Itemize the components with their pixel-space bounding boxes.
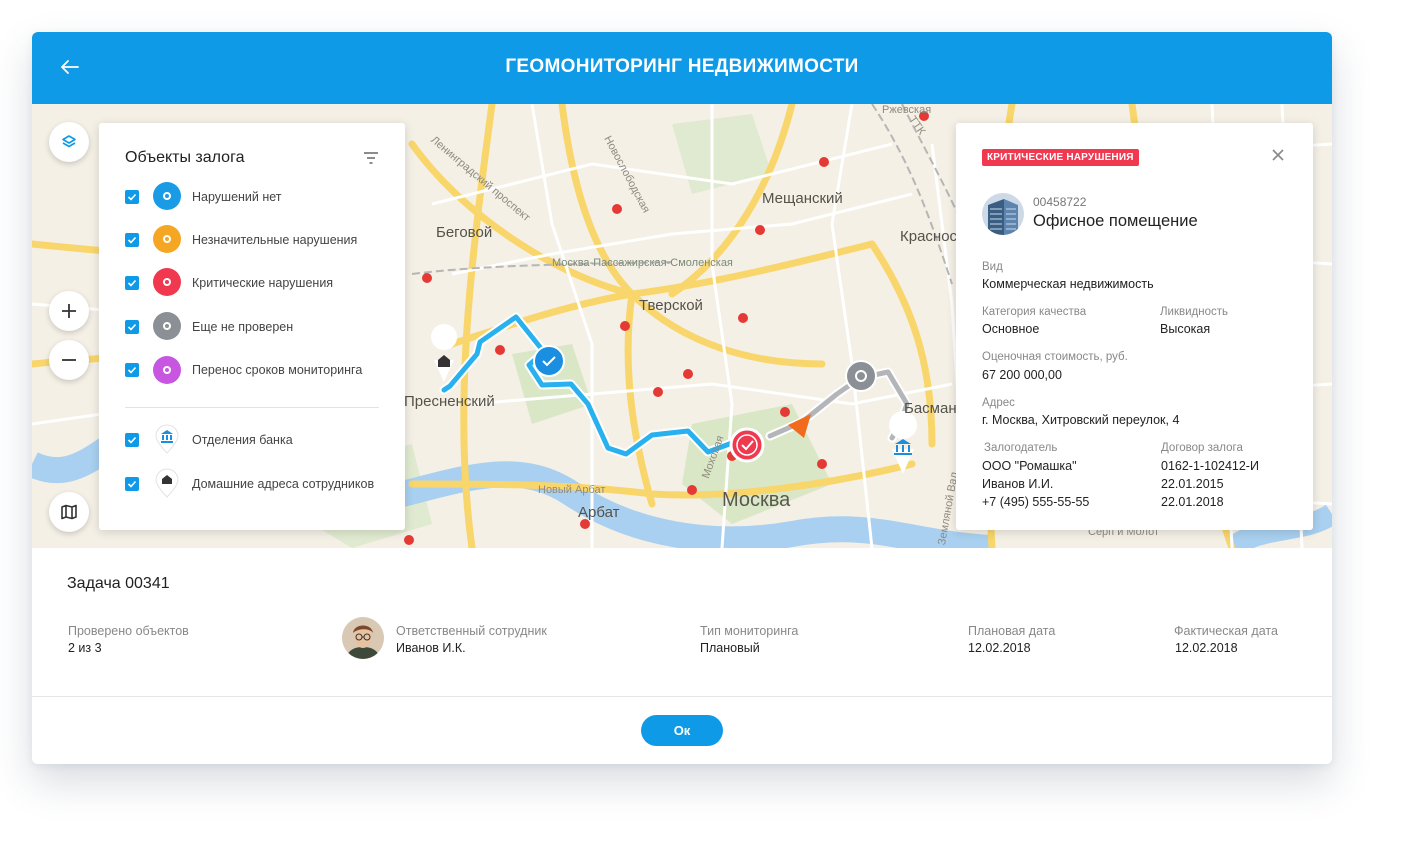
- field-label: Адрес: [982, 397, 1015, 409]
- legend-title: Объекты залога: [125, 149, 245, 166]
- check-icon: [127, 236, 137, 244]
- map[interactable]: Беговой Мещанский Красносельский Тверско…: [32, 104, 1332, 548]
- divider: [32, 696, 1332, 697]
- legend-item-label: Незначительные нарушения: [192, 233, 358, 247]
- map-icon: [61, 504, 77, 520]
- map-label: Новый Арбат: [538, 484, 606, 496]
- check-icon: [127, 323, 137, 331]
- field-label: Тип мониторинга: [700, 624, 799, 638]
- map-label: Москва: [722, 489, 791, 511]
- field-label: Ответственный сотрудник: [396, 624, 547, 638]
- object-name: Офисное помещение: [1033, 212, 1198, 230]
- ok-button[interactable]: Ок: [641, 715, 723, 746]
- field-value: +7 (495) 555-55-55: [982, 495, 1090, 509]
- status-dot-blue: [153, 182, 181, 210]
- field-label: Плановая дата: [968, 624, 1056, 638]
- map-label: Пресненский: [404, 393, 495, 410]
- field-value: 12.02.2018: [968, 641, 1031, 655]
- field-value: Плановый: [700, 641, 760, 655]
- status-marker-critical[interactable]: [729, 427, 765, 463]
- task-title: Задача 00341: [67, 575, 170, 592]
- legend-item-label: Домашние адреса сотрудников: [192, 477, 375, 491]
- field-value: Основное: [982, 322, 1040, 336]
- field-label: Категория качества: [982, 306, 1087, 318]
- object-id: 00458722: [1033, 195, 1087, 209]
- status-dot-orange: [153, 225, 181, 253]
- field-value: 22.01.2015: [1161, 477, 1224, 491]
- checkbox[interactable]: [125, 276, 139, 290]
- close-icon[interactable]: [1270, 147, 1286, 163]
- building-icon: [982, 193, 1024, 235]
- status-marker-unchecked[interactable]: [845, 360, 877, 392]
- field-value: ООО "Ромашка": [982, 459, 1077, 473]
- status-badge: КРИТИЧЕСКИЕ НАРУШЕНИЯ: [982, 149, 1139, 166]
- map-type-button[interactable]: [49, 492, 89, 532]
- field-label: Вид: [982, 261, 1003, 273]
- check-icon: [127, 436, 137, 444]
- field-value: Коммерческая недвижимость: [982, 277, 1154, 291]
- zoom-out-button[interactable]: [49, 340, 89, 380]
- field-label: Залогодатель: [984, 442, 1058, 454]
- field-label: Оценочная стоимость, руб.: [982, 351, 1128, 363]
- map-label: Москва-Пассажирская-Смоленская: [552, 257, 733, 269]
- field-value: 22.01.2018: [1161, 495, 1224, 509]
- avatar: [342, 617, 384, 659]
- map-label: Арбат: [578, 504, 620, 521]
- checkbox[interactable]: [125, 320, 139, 334]
- map-label: Беговой: [436, 224, 493, 241]
- legend-item-label: Критические нарушения: [192, 276, 334, 290]
- plus-icon: [62, 304, 76, 318]
- checkbox[interactable]: [125, 190, 139, 204]
- legend-divider: [125, 407, 379, 408]
- legend-item-label: Нарушений нет: [192, 190, 282, 204]
- legend-panel: Объекты залога Нарушений нет Незначитель…: [99, 123, 405, 530]
- layers-button[interactable]: [49, 122, 89, 162]
- header: ГЕОМОНИТОРИНГ НЕДВИЖИМОСТИ: [32, 32, 1332, 104]
- checkbox[interactable]: [125, 433, 139, 447]
- field-value: 0162-1-102412-И: [1161, 459, 1259, 473]
- object-info-panel: КРИТИЧЕСКИЕ НАРУШЕНИЯ 00458722 Офисное п…: [956, 123, 1313, 530]
- field-value: 12.02.2018: [1175, 641, 1238, 655]
- monitoring-dialog: ГЕОМОНИТОРИНГ НЕДВИЖИМОСТИ Беговой Мещан…: [32, 32, 1332, 764]
- field-value: 67 200 000,00: [982, 368, 1062, 382]
- bank-icon: [155, 424, 179, 454]
- map-label: Ржевская: [882, 104, 932, 116]
- home-icon: [155, 468, 179, 498]
- minus-icon: [62, 359, 76, 361]
- layers-icon: [62, 135, 76, 148]
- checkbox[interactable]: [125, 233, 139, 247]
- field-label: Фактическая дата: [1174, 624, 1278, 638]
- legend-item-label: Еще не проверен: [192, 320, 294, 334]
- field-label: Проверено объектов: [68, 624, 189, 638]
- check-icon: [127, 279, 137, 287]
- field-value: Иванов И.И.: [982, 477, 1054, 491]
- field-label: Ликвидность: [1160, 306, 1229, 318]
- status-marker-ok[interactable]: [533, 345, 565, 377]
- zoom-in-button[interactable]: [49, 291, 89, 331]
- status-dot-red: [153, 268, 181, 296]
- legend-item-label: Отделения банка: [192, 433, 293, 447]
- field-value: Высокая: [1160, 322, 1211, 336]
- legend-item-label: Перенос сроков мониторинга: [192, 363, 363, 377]
- task-details: Задача 00341 Проверено объектов 2 из 3 О…: [32, 548, 1332, 764]
- check-icon: [127, 193, 137, 201]
- page-title: ГЕОМОНИТОРИНГ НЕДВИЖИМОСТИ: [505, 56, 859, 77]
- field-value: г. Москва, Хитровский переулок, 4: [982, 413, 1180, 427]
- field-value: Иванов И.К.: [396, 641, 466, 655]
- status-dot-grey: [153, 312, 181, 340]
- check-icon: [127, 366, 137, 374]
- filter-icon[interactable]: [363, 151, 379, 165]
- map-label: Мещанский: [762, 190, 843, 207]
- map-label: Тверской: [639, 297, 703, 314]
- field-value: 2 из 3: [68, 641, 102, 655]
- checkbox[interactable]: [125, 363, 139, 377]
- status-dot-purple: [153, 356, 181, 384]
- check-icon: [127, 480, 137, 488]
- checkbox[interactable]: [125, 477, 139, 491]
- field-label: Договор залога: [1161, 442, 1243, 454]
